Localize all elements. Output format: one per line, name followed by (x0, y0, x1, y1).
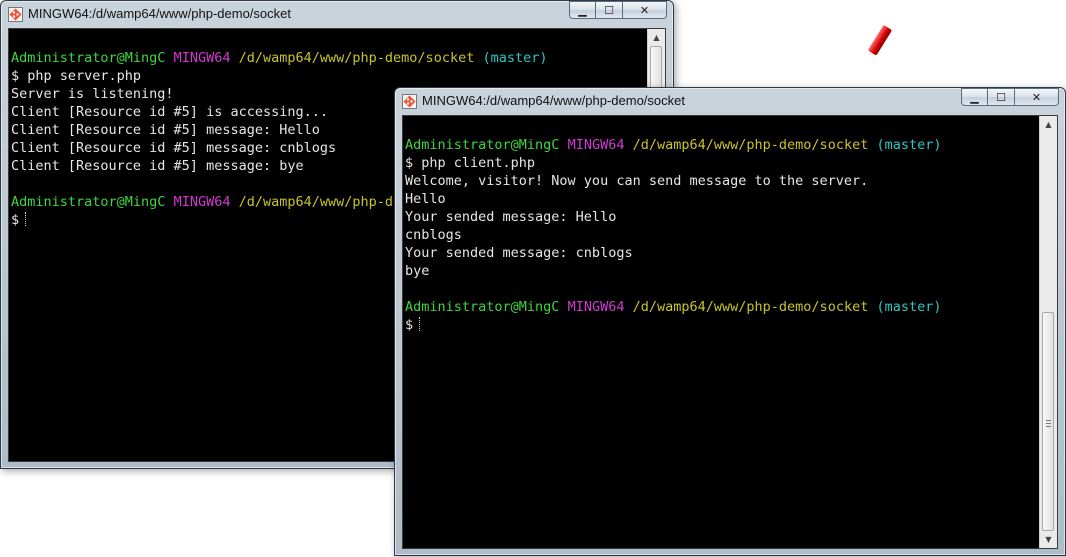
close-button[interactable]: ✕ (1015, 88, 1059, 106)
maximize-button[interactable]: ☐ (596, 1, 623, 19)
thumb-grip-icon (1046, 425, 1051, 427)
scroll-up-arrow-icon[interactable]: ▲ (1040, 116, 1057, 133)
client-titlebar[interactable]: MINGW64:/d/wamp64/www/php-demo/socket ▁ … (395, 88, 1065, 114)
terminal-line: bye (405, 263, 430, 279)
prompt-segment: /d/wamp64/www/php-demo/socket (632, 137, 869, 153)
prompt-segment (624, 137, 632, 153)
terminal-line: $ (405, 316, 1037, 334)
prompt-segment: (master) (482, 50, 548, 66)
prompt-segment (559, 137, 567, 153)
terminal-line: Administrator@MingC MINGW64 /d/wamp64/ww… (405, 136, 1037, 154)
text-cursor (25, 212, 27, 226)
prompt-segment: MINGW64 (173, 50, 231, 66)
terminal-line: Your sended message: cnblogs (405, 245, 633, 261)
client-window-controls: ▁ ☐ ✕ (961, 88, 1059, 106)
client-terminal-window[interactable]: MINGW64:/d/wamp64/www/php-demo/socket ▁ … (394, 87, 1066, 556)
red-pen-icon (867, 24, 893, 56)
close-button[interactable]: ✕ (623, 1, 667, 19)
terminal-line: Administrator@MingC MINGW64 /d/wamp64/ww… (405, 298, 1037, 316)
scrollbar-thumb[interactable] (1042, 312, 1054, 531)
command-prompt: $ (11, 212, 20, 228)
prompt-segment (230, 194, 238, 210)
prompt-segment: MINGW64 (173, 194, 231, 210)
client-window-title: MINGW64:/d/wamp64/www/php-demo/socket (422, 93, 685, 108)
terminal-line: Hello (405, 191, 446, 207)
command-prompt: $ (405, 317, 414, 333)
minimize-button[interactable]: ▁ (961, 88, 988, 106)
client-console[interactable]: Administrator@MingC MINGW64 /d/wamp64/ww… (402, 115, 1058, 549)
prompt-segment: MINGW64 (567, 137, 625, 153)
prompt-segment: /d/wamp64/www/php-demo/socket (632, 299, 869, 315)
prompt-segment: /d/wamp64/www/php-demo/socket (238, 50, 475, 66)
scroll-down-arrow-icon[interactable]: ▼ (1040, 531, 1057, 548)
prompt-segment (165, 50, 173, 66)
thumb-grip-icon (1046, 419, 1051, 421)
prompt-segment: MINGW64 (567, 299, 625, 315)
scroll-up-arrow-icon[interactable]: ▲ (648, 29, 665, 46)
prompt-segment: Administrator@MingC (11, 50, 166, 66)
prompt-segment (624, 299, 632, 315)
prompt-segment (230, 50, 238, 66)
prompt-segment: (master) (876, 299, 942, 315)
client-terminal-output[interactable]: Administrator@MingC MINGW64 /d/wamp64/ww… (405, 118, 1037, 548)
server-window-title: MINGW64:/d/wamp64/www/php-demo/socket (28, 6, 291, 21)
prompt-segment: Administrator@MingC (405, 137, 560, 153)
prompt-segment (559, 299, 567, 315)
prompt-segment (165, 194, 173, 210)
prompt-segment: Administrator@MingC (11, 194, 166, 210)
thumb-grip-icon (1046, 422, 1051, 424)
minimize-button[interactable]: ▁ (569, 1, 596, 19)
server-window-controls: ▁ ☐ ✕ (569, 1, 667, 19)
terminal-line: Welcome, visitor! Now you can send messa… (405, 173, 869, 189)
terminal-line: $ php server.php (11, 68, 142, 84)
client-scrollbar[interactable]: ▲ ▼ (1039, 116, 1057, 548)
maximize-button[interactable]: ☐ (988, 88, 1015, 106)
terminal-line: $ php client.php (405, 155, 536, 171)
terminal-line: Administrator@MingC MINGW64 /d/wamp64/ww… (11, 49, 645, 67)
text-cursor (419, 317, 421, 331)
prompt-segment: (master) (876, 137, 942, 153)
terminal-line: Your sended message: Hello (405, 209, 617, 225)
terminal-line: cnblogs (405, 227, 462, 243)
git-bash-icon (8, 7, 23, 22)
prompt-segment: Administrator@MingC (405, 299, 560, 315)
server-titlebar[interactable]: MINGW64:/d/wamp64/www/php-demo/socket ▁ … (1, 1, 673, 27)
git-bash-icon (402, 94, 417, 109)
